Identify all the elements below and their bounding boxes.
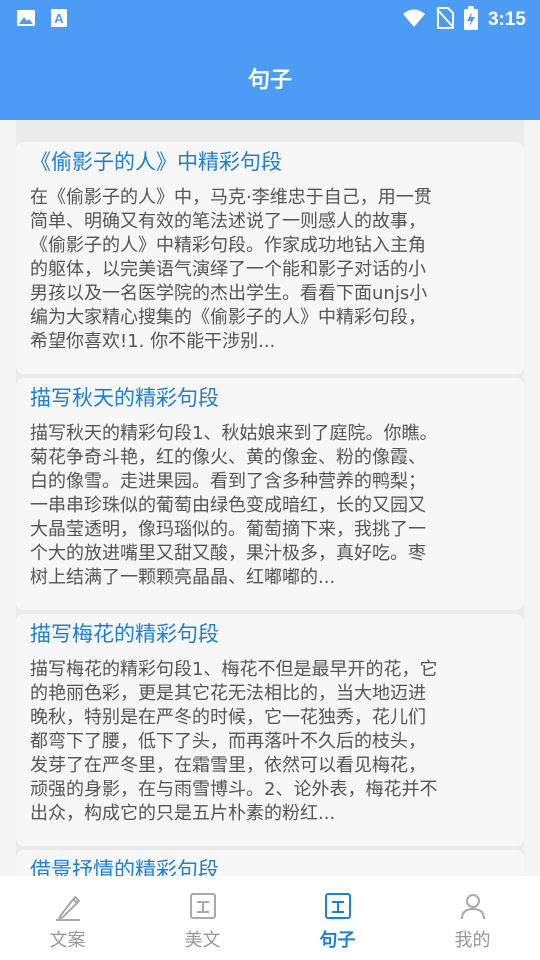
wifi-icon bbox=[402, 8, 426, 32]
excerpt-line: 发芽了在严冬里，在霜雪里，依然可以看见梅花， bbox=[30, 755, 426, 776]
pen-icon bbox=[56, 896, 80, 921]
excerpt-line: 晚秋，特别是在严冬的时候，它一花独秀，花儿们 bbox=[30, 707, 426, 728]
excerpt-line: 描写梅花的精彩句段1、梅花不但是最早开的花，它 bbox=[30, 659, 438, 680]
excerpt-line: 描写秋天的精彩句段1、秋姑娘来到了庭院。你瞧。 bbox=[30, 423, 438, 444]
article-card[interactable]: 借景抒情的精彩句段 bbox=[16, 850, 524, 876]
page-title: 句子 bbox=[247, 68, 292, 93]
excerpt-line: 大晶莹透明，像玛瑙似的。葡萄摘下来，我挑了一 bbox=[30, 519, 426, 540]
tab-label: 我的 bbox=[454, 930, 491, 951]
tab-label: 美文 bbox=[184, 930, 221, 951]
article-excerpt: 在《偷影子的人》中，马克·李维忠于自己，用一贯 简单、明确又有效的笔法述说了一则… bbox=[30, 186, 512, 354]
battery-charging-icon bbox=[463, 6, 478, 34]
sentence-icon bbox=[325, 893, 351, 919]
tab-wode[interactable]: 我的 bbox=[405, 876, 540, 960]
tab-label: 文案 bbox=[49, 930, 86, 951]
excerpt-line: 一串串珍珠似的葡萄由绿色变成暗红，长的又园又 bbox=[30, 495, 426, 516]
article-title[interactable]: 描写梅花的精彩句段 bbox=[30, 618, 219, 648]
article-title[interactable]: 借景抒情的精彩句段 bbox=[30, 854, 219, 876]
excerpt-line: 出众，构成它的只是五片朴素的粉红... bbox=[30, 803, 336, 824]
excerpt-line: 白的像雪。走进果园。看到了含多种营养的鸭梨； bbox=[30, 471, 426, 492]
tab-label: 句子 bbox=[319, 930, 356, 951]
excerpt-line: 编为大家精心搜集的《偷影子的人》中精彩句段， bbox=[30, 307, 426, 328]
excerpt-line: 希望你喜欢!1. 你不能干涉别... bbox=[30, 331, 276, 352]
excerpt-line: 的躯体，以完美语气演绎了一个能和影子对话的小 bbox=[30, 259, 426, 280]
excerpt-line: 顽强的身影，在与雨雪博斗。2、论外表，梅花并不 bbox=[30, 779, 438, 800]
no-sim-icon bbox=[436, 7, 454, 33]
excerpt-line: 菊花争奇斗艳，红的像火、黄的像金、粉的像霞、 bbox=[30, 447, 426, 468]
clock-time: 3:15 bbox=[487, 9, 526, 30]
excerpt-line: 男孩以及一名医学院的杰出学生。看看下面unjs小 bbox=[30, 283, 428, 304]
bottom-tab-bar: 文案 美文 句子 我的 bbox=[0, 876, 540, 960]
excerpt-line: 的艳丽色彩，更是其它花无法相比的，当大地迈进 bbox=[30, 683, 426, 704]
excerpt-line: 简单、明确又有效的笔法述说了一则感人的故事， bbox=[30, 211, 426, 232]
person-icon bbox=[461, 894, 485, 920]
excerpt-line: 都弯下了腰，低下了头，而再落叶不久后的枝头， bbox=[30, 731, 426, 752]
excerpt-line: 在《偷影子的人》中，马克·李维忠于自己，用一贯 bbox=[30, 187, 432, 208]
status-bar: A 3:15 bbox=[0, 0, 540, 36]
tab-juzi[interactable]: 句子 bbox=[270, 876, 405, 960]
article-title[interactable]: 描写秋天的精彩句段 bbox=[30, 382, 219, 412]
svg-text:A: A bbox=[54, 11, 64, 26]
article-excerpt: 描写秋天的精彩句段1、秋姑娘来到了庭院。你瞧。 菊花争奇斗艳，红的像火、黄的像金… bbox=[30, 422, 512, 590]
article-list: 《偷影子的人》中精彩句段 在《偷影子的人》中，马克·李维忠于自己，用一贯 简单、… bbox=[16, 120, 524, 876]
article-excerpt: 描写梅花的精彩句段1、梅花不但是最早开的花，它 的艳丽色彩，更是其它花无法相比的… bbox=[30, 658, 512, 826]
gallery-icon bbox=[16, 9, 36, 31]
article-card[interactable]: 描写梅花的精彩句段 描写梅花的精彩句段1、梅花不但是最早开的花，它 的艳丽色彩，… bbox=[16, 614, 524, 846]
a-notification-icon: A bbox=[50, 8, 68, 32]
article-card[interactable]: 《偷影子的人》中精彩句段 在《偷影子的人》中，马克·李维忠于自己，用一贯 简单、… bbox=[16, 142, 524, 374]
article-icon bbox=[190, 893, 216, 919]
article-title[interactable]: 《偷影子的人》中精彩句段 bbox=[30, 146, 282, 176]
tab-meiwen[interactable]: 美文 bbox=[135, 876, 270, 960]
content-area[interactable]: 《偷影子的人》中精彩句段 在《偷影子的人》中，马克·李维忠于自己，用一贯 简单、… bbox=[0, 120, 540, 876]
excerpt-line: 《偷影子的人》中精彩句段。作家成功地钻入主角 bbox=[30, 235, 426, 256]
app-bar: 句子 bbox=[0, 36, 540, 120]
tab-wenan[interactable]: 文案 bbox=[0, 876, 135, 960]
article-card[interactable]: 描写秋天的精彩句段 描写秋天的精彩句段1、秋姑娘来到了庭院。你瞧。 菊花争奇斗艳… bbox=[16, 378, 524, 610]
excerpt-line: 个大的放进嘴里又甜又酸，果汁极多，真好吃。枣 bbox=[30, 543, 426, 564]
excerpt-line: 树上结满了一颗颗亮晶晶、红嘟嘟的... bbox=[30, 567, 336, 588]
